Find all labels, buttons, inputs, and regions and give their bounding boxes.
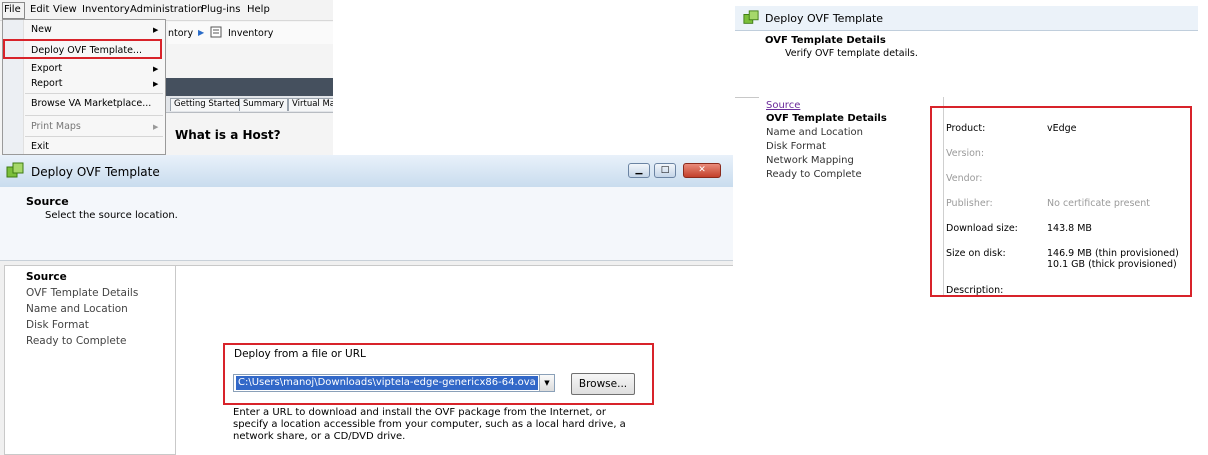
window-title: Deploy OVF Template (31, 165, 160, 179)
host-banner (166, 78, 333, 96)
menu-plugins[interactable]: Plug-ins (201, 4, 240, 15)
breadcrumb-arrow-icon: ▶ (198, 28, 205, 37)
deploy-ovf-highlight (3, 39, 162, 59)
host-tabs: Getting Started Summary Virtual Ma (166, 96, 333, 113)
page-subtitle: Select the source location. (45, 210, 178, 221)
step-network-mapping[interactable]: Network Mapping (766, 155, 854, 166)
step-source[interactable]: Source (26, 271, 67, 283)
step-name-and-location[interactable]: Name and Location (766, 127, 863, 138)
details-page-subtitle: Verify OVF template details. (785, 48, 918, 59)
step-ready-to-complete[interactable]: Ready to Complete (26, 335, 126, 347)
source-field-highlight (223, 343, 654, 405)
menu-bar: File Edit View Inventory Administration … (0, 0, 333, 21)
vsphere-client-menu-panel: File Edit View Inventory Administration … (0, 0, 333, 155)
close-button[interactable]: ✕ (683, 163, 721, 178)
menu-separator (25, 93, 163, 94)
menu-item-exit[interactable]: Exit (31, 141, 49, 152)
step-disk-format[interactable]: Disk Format (766, 141, 826, 152)
tab-summary[interactable]: Summary (239, 98, 289, 111)
ovf-details-window: Deploy OVF Template OVF Template Details… (735, 0, 1200, 298)
vsphere-app-icon (743, 10, 761, 28)
step-source-link[interactable]: Source (766, 100, 800, 111)
help-text-line: network share, or a CD/DVD drive. (233, 431, 406, 442)
minimize-button[interactable]: ▁ (628, 163, 650, 178)
details-header: OVF Template Details Verify OVF template… (735, 31, 1198, 98)
details-highlight (930, 106, 1192, 297)
menu-item-report[interactable]: Report (31, 78, 63, 89)
menu-item-print-maps[interactable]: Print Maps (31, 121, 81, 132)
step-ready-to-complete[interactable]: Ready to Complete (766, 169, 862, 180)
help-text-line: Enter a URL to download and install the … (233, 407, 606, 418)
menu-separator (25, 115, 163, 116)
menu-administration[interactable]: Administration (130, 4, 203, 15)
submenu-arrow-icon: ▶ (153, 123, 159, 131)
menu-item-browse-marketplace[interactable]: Browse VA Marketplace... (31, 98, 151, 109)
menu-separator (25, 136, 163, 137)
details-wizard-steps: Source OVF Template Details Name and Loc… (759, 97, 944, 297)
submenu-arrow-icon: ▶ (153, 65, 159, 73)
inventory-icon (210, 26, 222, 41)
step-ovf-template-details[interactable]: OVF Template Details (26, 287, 138, 299)
maximize-button[interactable]: □ (654, 163, 676, 178)
tab-getting-started[interactable]: Getting Started (170, 98, 244, 111)
details-titlebar: Deploy OVF Template (735, 6, 1198, 31)
details-page-title: OVF Template Details (765, 35, 886, 46)
menu-item-export[interactable]: Export (31, 63, 62, 74)
submenu-arrow-icon: ▶ (153, 26, 159, 34)
breadcrumb-inventory[interactable]: Inventory (228, 28, 273, 39)
menu-help[interactable]: Help (247, 4, 270, 15)
menu-inventory[interactable]: Inventory (82, 4, 130, 15)
host-heading: What is a Host? (175, 128, 281, 142)
wizard-steps: Source OVF Template Details Name and Loc… (4, 265, 176, 455)
page-title: Source (26, 195, 69, 208)
help-text-line: specify a location accessible from your … (233, 419, 626, 430)
menu-view[interactable]: View (53, 4, 77, 15)
menu-item-new[interactable]: New (31, 24, 52, 35)
breadcrumb: ntory ▶ Inventory (168, 22, 333, 44)
window-titlebar: Deploy OVF Template ▁ □ ✕ (0, 155, 733, 188)
step-name-and-location[interactable]: Name and Location (26, 303, 128, 315)
details-window-title: Deploy OVF Template (765, 12, 884, 25)
step-ovf-template-details[interactable]: OVF Template Details (766, 113, 887, 124)
tab-virtual-machines[interactable]: Virtual Ma (288, 98, 333, 111)
breadcrumb-partial[interactable]: ntory (168, 28, 193, 39)
wizard-header: Source Select the source location. (0, 187, 733, 261)
submenu-arrow-icon: ▶ (153, 80, 159, 88)
vsphere-app-icon (6, 162, 24, 180)
step-disk-format[interactable]: Disk Format (26, 319, 89, 331)
file-menu-highlight (2, 2, 25, 19)
menu-edit[interactable]: Edit (30, 4, 49, 15)
